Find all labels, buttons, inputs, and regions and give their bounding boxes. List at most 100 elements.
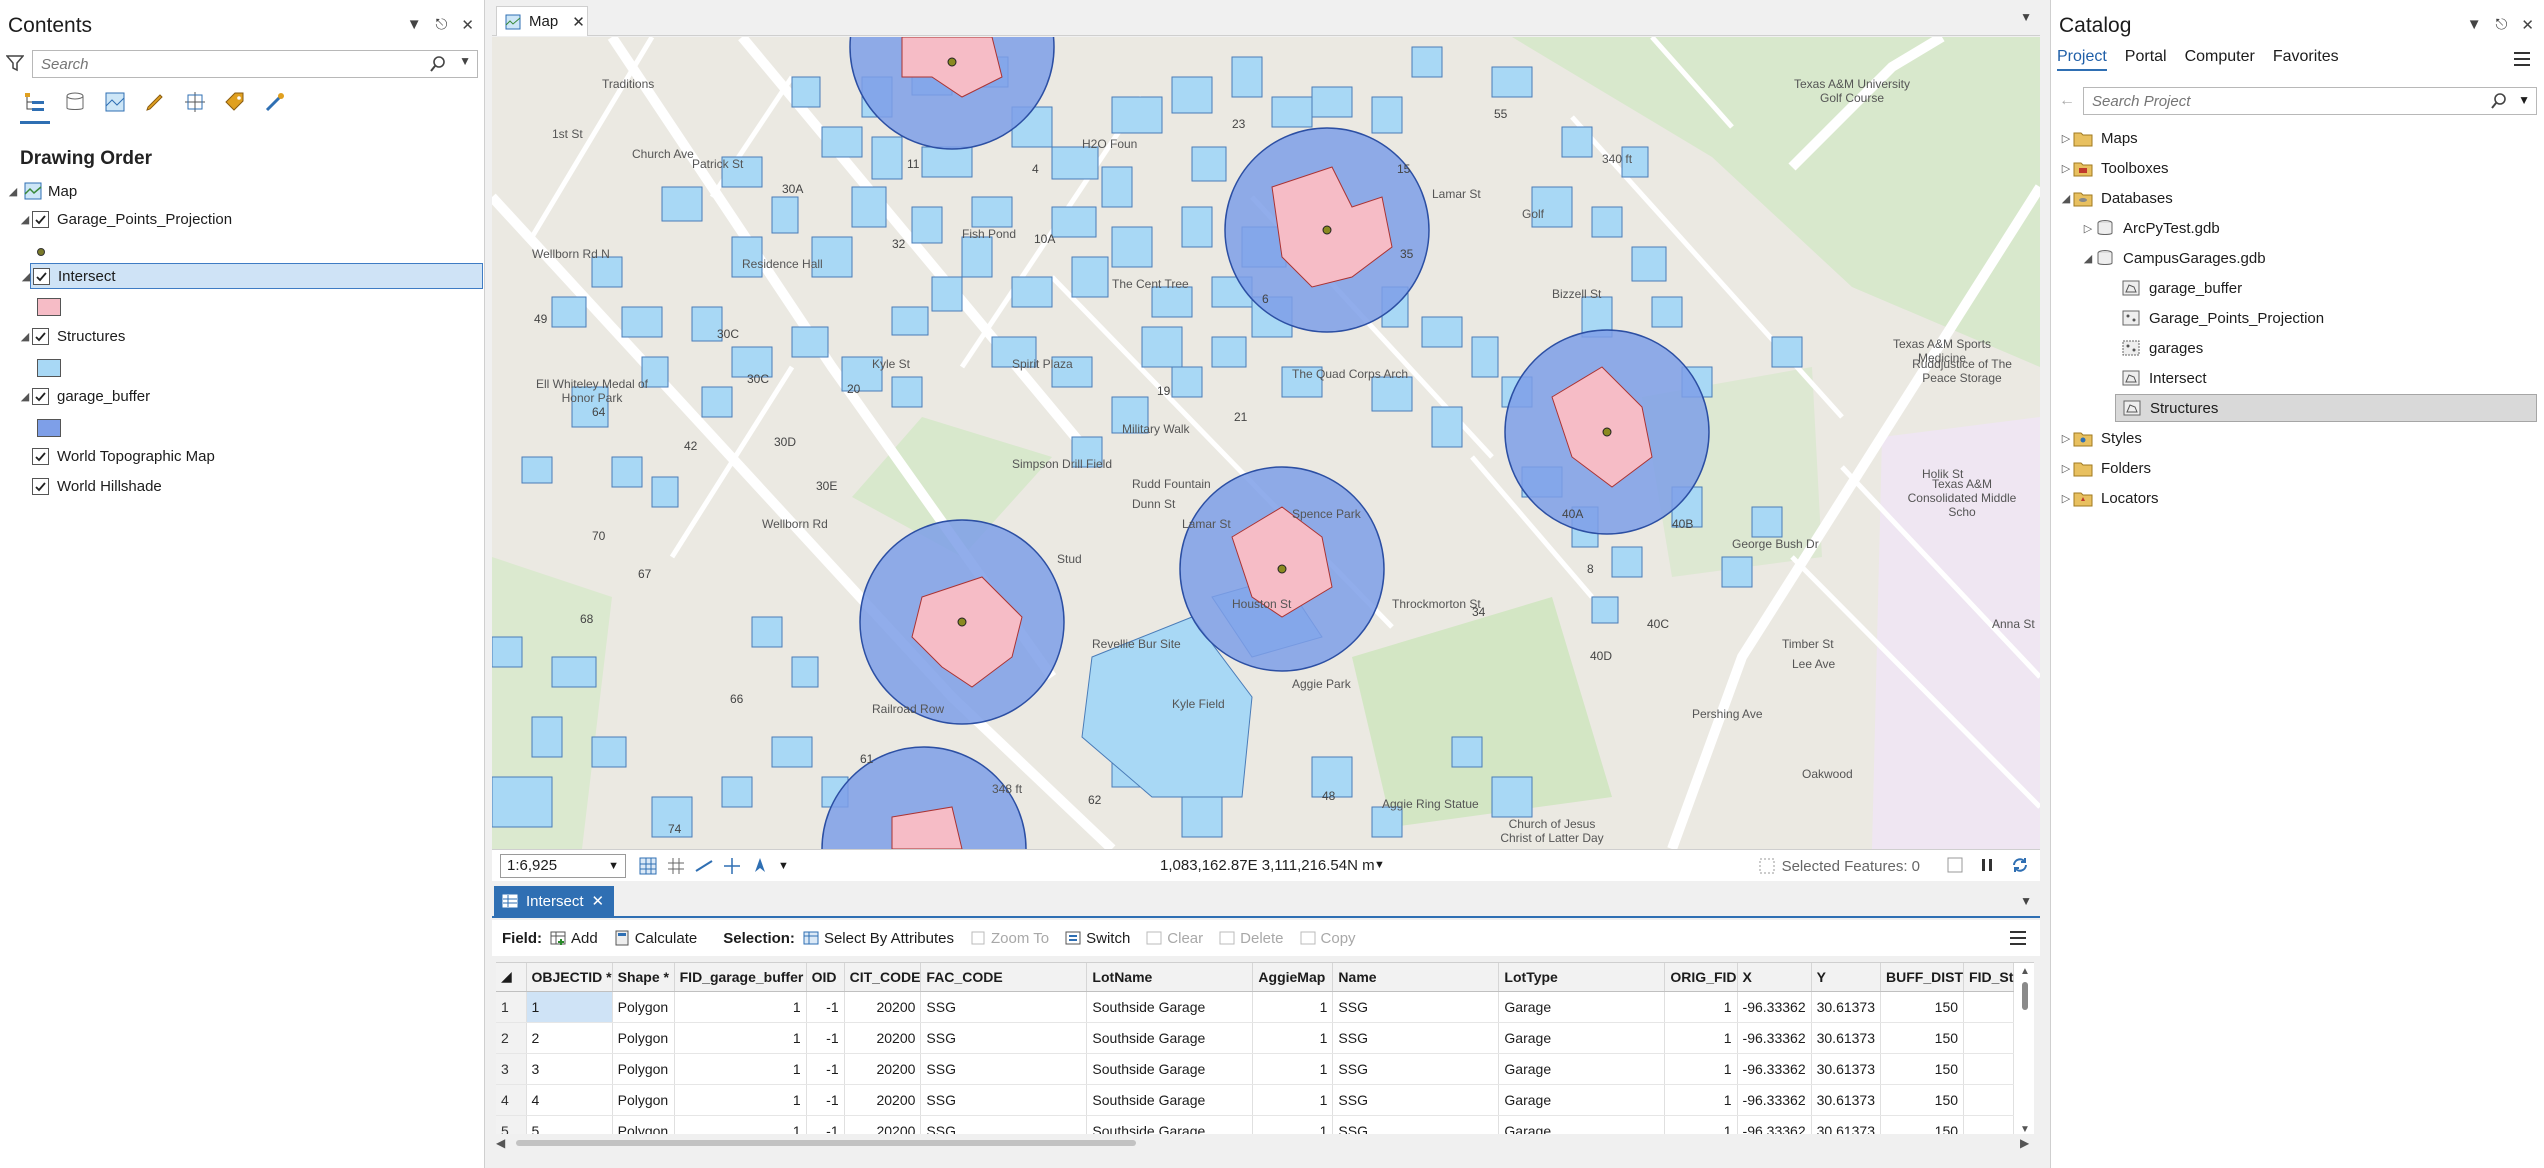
table-cell[interactable]: 1: [674, 1084, 807, 1116]
table-cell[interactable]: SSG: [1332, 991, 1500, 1023]
map-scale-selector[interactable]: 1:6,925 ▼: [500, 853, 626, 878]
catalog-item-garage-buffer[interactable]: garage_buffer: [2121, 274, 2242, 302]
row-number-cell[interactable]: 1: [496, 991, 527, 1023]
catalog-item-structures[interactable]: Structures: [2115, 394, 2537, 422]
search-icon[interactable]: [2490, 92, 2508, 110]
table-cell[interactable]: 30.61373: [1811, 991, 1882, 1023]
table-cell[interactable]: Southside Garage: [1086, 1053, 1254, 1085]
list-by-drawing-order-button[interactable]: [20, 88, 50, 124]
catalog-item-folders[interactable]: ▷ Folders: [2059, 454, 2151, 482]
column-header[interactable]: FID_St: [1963, 963, 2015, 992]
table-cell[interactable]: 5: [526, 1115, 613, 1134]
column-header[interactable]: X: [1737, 963, 1812, 992]
chevron-down-icon[interactable]: ▼: [2518, 93, 2530, 107]
chevron-down-icon[interactable]: ▼: [2020, 10, 2032, 24]
scroll-down-icon[interactable]: ▼: [2020, 1124, 2030, 1134]
table-cell[interactable]: 30.61373: [1811, 1022, 1882, 1054]
tab-map[interactable]: Map ✕: [496, 6, 588, 36]
close-icon[interactable]: ✕: [461, 16, 474, 34]
table-row[interactable]: 2 2 Polygon 1 -1 20200 SSG Southside Garage 1 SSG…: [496, 1022, 2015, 1054]
table-cell[interactable]: 150: [1880, 1084, 1965, 1116]
tab-portal[interactable]: Portal: [2125, 48, 2167, 71]
chevron-down-icon[interactable]: ▼: [1374, 859, 1385, 871]
horizontal-scrollbar[interactable]: ◀ ▶: [496, 1136, 2034, 1150]
layer-row-map[interactable]: ◢ Map: [6, 178, 77, 204]
select-by-attributes-button[interactable]: Select By Attributes: [803, 930, 954, 947]
table-cell[interactable]: 1: [1664, 991, 1738, 1023]
hamburger-menu-icon[interactable]: [2008, 929, 2028, 947]
scroll-right-icon[interactable]: ▶: [2020, 1136, 2030, 1150]
column-header[interactable]: LotName: [1086, 963, 1254, 992]
layer-visibility-checkbox[interactable]: [32, 210, 49, 228]
expand-triangle-icon[interactable]: ▷: [2059, 462, 2073, 475]
table-cell[interactable]: Southside Garage: [1086, 1022, 1254, 1054]
expand-triangle-icon[interactable]: ▷: [2059, 432, 2073, 445]
catalog-item-maps[interactable]: ▷ Maps: [2059, 124, 2138, 152]
pin-icon[interactable]: ⎋: [436, 16, 448, 34]
grid-table-icon[interactable]: [638, 856, 658, 876]
column-header[interactable]: Name: [1332, 963, 1500, 992]
vertical-scrollbar[interactable]: ▲▼: [2018, 964, 2032, 1134]
table-row[interactable]: 3 3 Polygon 1 -1 20200 SSG Southside Garage 1 SSG…: [496, 1053, 2015, 1085]
point-symbol-swatch[interactable]: [37, 248, 45, 256]
table-cell[interactable]: 3: [526, 1053, 613, 1085]
table-cell[interactable]: SSG: [1332, 1022, 1500, 1054]
expand-triangle-icon[interactable]: ▷: [2059, 492, 2073, 505]
column-header[interactable]: BUFF_DIST: [1880, 963, 1965, 992]
table-cell[interactable]: SSG: [1332, 1084, 1500, 1116]
list-by-source-button[interactable]: [62, 88, 88, 116]
column-header[interactable]: OBJECTID *: [526, 963, 613, 992]
refresh-icon[interactable]: [2010, 855, 2030, 875]
scroll-up-icon[interactable]: ▲: [2020, 966, 2030, 977]
collapse-triangle-icon[interactable]: ◢: [2081, 252, 2095, 265]
catalog-search-input[interactable]: [2084, 88, 2444, 114]
search-icon[interactable]: [429, 55, 447, 73]
row-number-cell[interactable]: 4: [496, 1084, 527, 1116]
chevron-down-icon[interactable]: ▼: [2467, 16, 2482, 34]
buffer-symbol-swatch[interactable]: [37, 419, 61, 437]
catalog-item-locators[interactable]: ▷ Locators: [2059, 484, 2159, 512]
table-cell[interactable]: 1: [1252, 991, 1334, 1023]
table-cell[interactable]: 1: [674, 1053, 807, 1085]
collapse-triangle-icon[interactable]: ◢: [18, 213, 32, 226]
north-arrow-icon[interactable]: [750, 856, 770, 876]
table-cell[interactable]: 1: [1252, 1022, 1334, 1054]
table-cell[interactable]: Garage: [1498, 1053, 1666, 1085]
column-header[interactable]: FID_garage_buffer: [674, 963, 807, 992]
structures-symbol-swatch[interactable]: [37, 359, 61, 377]
list-by-editing-button[interactable]: [142, 88, 168, 116]
measure-icon[interactable]: [694, 856, 714, 876]
table-cell[interactable]: 30.61373: [1811, 1053, 1882, 1085]
table-cell[interactable]: 30.61373: [1811, 1084, 1882, 1116]
table-cell[interactable]: 20200: [844, 991, 922, 1023]
vertical-scroll-thumb[interactable]: [2022, 982, 2028, 1010]
row-number-cell[interactable]: 3: [496, 1053, 527, 1085]
list-by-perspective-button[interactable]: [262, 88, 288, 116]
horizontal-scroll-thumb[interactable]: [516, 1140, 1136, 1146]
collapse-triangle-icon[interactable]: ◢: [6, 185, 20, 198]
collapse-triangle-icon[interactable]: ◢: [2059, 192, 2073, 205]
table-cell[interactable]: -96.33362: [1737, 1115, 1812, 1134]
table-cell[interactable]: 1: [1252, 1053, 1334, 1085]
catalog-item-garage-points-projection[interactable]: Garage_Points_Projection: [2121, 304, 2324, 332]
table-cell[interactable]: Garage: [1498, 1084, 1666, 1116]
table-toggle-icon[interactable]: [1946, 856, 1964, 874]
table-cell[interactable]: 2: [526, 1022, 613, 1054]
layer-row-world-topographic-map[interactable]: World Topographic Map: [32, 443, 215, 469]
table-cell[interactable]: Southside Garage: [1086, 991, 1254, 1023]
scroll-left-icon[interactable]: ◀: [496, 1136, 506, 1150]
table-cell[interactable]: Polygon: [612, 991, 675, 1023]
table-cell[interactable]: 4: [526, 1084, 613, 1116]
calculate-field-button[interactable]: Calculate: [614, 930, 697, 947]
expand-triangle-icon[interactable]: ▷: [2059, 162, 2073, 175]
table-cell[interactable]: Polygon: [612, 1115, 675, 1134]
list-by-selection-button[interactable]: [102, 88, 128, 116]
table-cell[interactable]: 20200: [844, 1053, 922, 1085]
table-cell[interactable]: Southside Garage: [1086, 1115, 1254, 1134]
table-cell[interactable]: SSG: [920, 1115, 1088, 1134]
collapse-triangle-icon[interactable]: ◢: [18, 330, 32, 343]
close-icon[interactable]: ✕: [592, 892, 605, 910]
tab-computer[interactable]: Computer: [2185, 48, 2255, 71]
table-cell[interactable]: 1: [1664, 1084, 1738, 1116]
close-icon[interactable]: ✕: [572, 13, 585, 31]
